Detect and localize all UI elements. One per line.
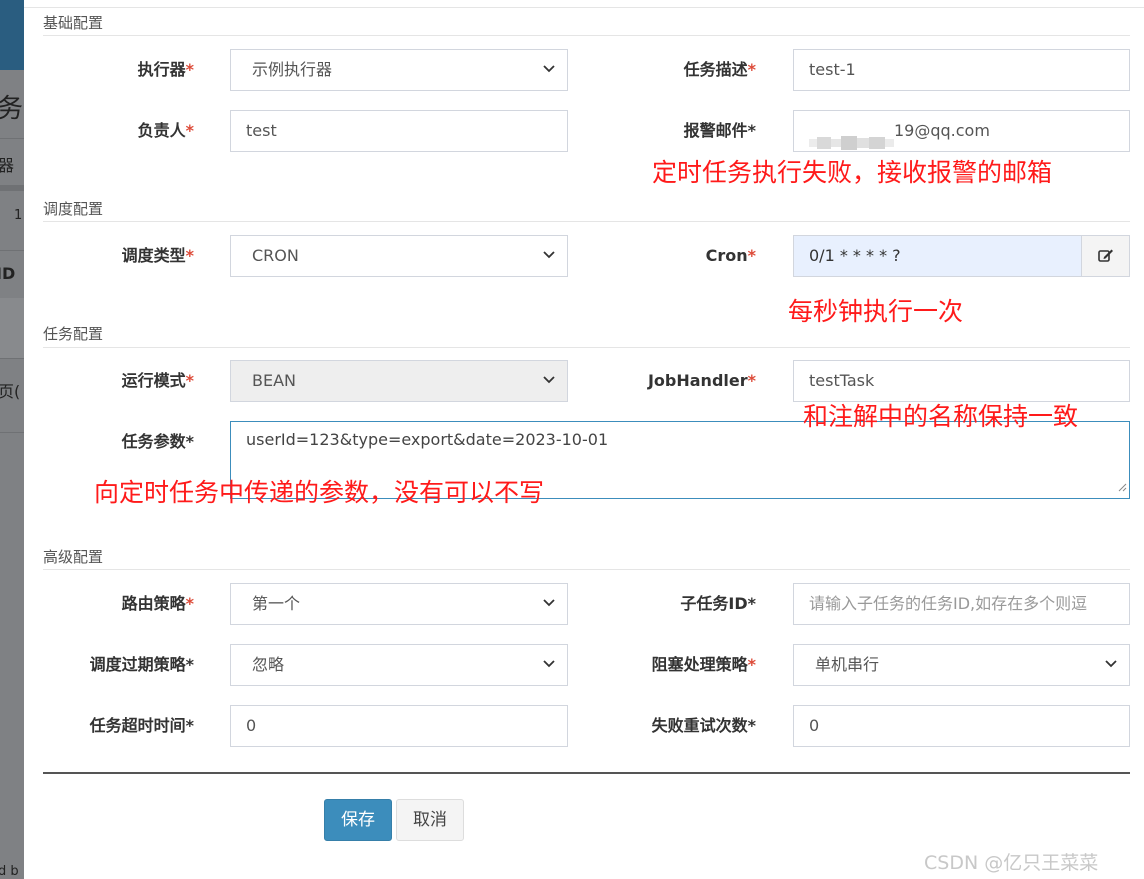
cancel-button[interactable]: 取消 <box>396 799 464 841</box>
background-filter-fragment: 器 <box>0 156 15 175</box>
background-column-fragment: ID <box>0 264 16 283</box>
cron-input[interactable]: 0/1 * * * * ? <box>794 236 1081 276</box>
csdn-watermark: CSDN @亿只王菜菜 <box>924 852 1099 874</box>
fail-retry-value: 0 <box>809 716 820 735</box>
child-job-id-label: 子任务ID* <box>680 594 756 613</box>
annotation-handler-note: 和注解中的名称保持一致 <box>803 402 1079 431</box>
chevron-down-icon <box>543 584 555 607</box>
section-divider <box>43 35 1130 36</box>
glue-type-value: BEAN <box>252 371 296 390</box>
modal-top-divider <box>24 7 1144 8</box>
annotation-param-note: 向定时任务中传递的参数，没有可以不写 <box>94 478 545 507</box>
executor-label: 执行器* <box>137 60 194 79</box>
block-strategy-value: 单机串行 <box>815 655 880 674</box>
cron-label: Cron* <box>705 246 756 265</box>
timeout-value: 0 <box>246 716 257 735</box>
job-edit-modal: 基础配置 执行器* 示例执行器 任务描述* test-1 负责人* test 报… <box>24 0 1144 879</box>
chevron-down-icon <box>543 50 555 73</box>
route-strategy-label: 路由策略* <box>121 594 194 613</box>
block-strategy-label: 阻塞处理策略* <box>651 655 756 674</box>
misfire-strategy-label: 调度过期策略* <box>89 655 194 674</box>
chevron-down-icon <box>1105 645 1117 668</box>
misfire-strategy-select[interactable]: 忽略 <box>230 644 568 686</box>
schedule-type-value: CRON <box>252 246 299 265</box>
section-divider <box>43 569 1130 570</box>
chevron-down-icon <box>543 236 555 259</box>
section-title-task: 任务配置 <box>43 325 104 343</box>
child-job-id-placeholder: 请输入子任务的任务ID,如存在多个则逗 <box>809 594 1088 613</box>
schedule-type-label: 调度类型* <box>121 246 194 265</box>
chevron-down-icon <box>543 645 555 668</box>
cron-edit-button[interactable] <box>1081 236 1129 276</box>
background-title-fragment: 务管 <box>0 94 24 124</box>
section-title-advanced: 高级配置 <box>43 548 104 566</box>
job-param-label: 任务参数* <box>121 432 194 451</box>
background-footer-fragment: d b <box>0 864 19 879</box>
job-handler-input[interactable]: testTask <box>793 360 1130 402</box>
timeout-label: 任务超时时间* <box>89 716 194 735</box>
job-handler-value: testTask <box>809 371 875 390</box>
job-desc-label: 任务描述* <box>683 60 756 79</box>
section-title-basic: 基础配置 <box>43 14 104 32</box>
glue-type-select: BEAN <box>230 360 568 402</box>
block-strategy-select[interactable]: 单机串行 <box>793 644 1130 686</box>
background-header <box>0 0 24 70</box>
author-value: test <box>246 121 277 140</box>
section-divider <box>43 221 1130 222</box>
misfire-strategy-value: 忽略 <box>252 655 285 674</box>
background-paging-fragment: 页( <box>0 382 21 401</box>
form-footer-divider <box>43 772 1130 774</box>
save-button[interactable]: 保存 <box>324 799 392 841</box>
annotation-email-note: 定时任务执行失败，接收报警的邮箱 <box>652 158 1053 187</box>
child-job-id-input[interactable]: 请输入子任务的任务ID,如存在多个则逗 <box>793 583 1130 625</box>
author-label: 负责人* <box>137 121 194 140</box>
executor-value: 示例执行器 <box>252 60 333 79</box>
job-desc-value: test-1 <box>809 60 856 79</box>
alarm-email-value: 19@qq.com <box>894 121 990 140</box>
alarm-email-input[interactable]: 19@qq.com <box>793 110 1130 152</box>
cron-input-group: 0/1 * * * * ? <box>793 235 1130 277</box>
schedule-type-select[interactable]: CRON <box>230 235 568 277</box>
job-handler-label: JobHandler* <box>647 371 756 390</box>
fail-retry-label: 失败重试次数* <box>651 716 756 735</box>
annotation-cron-note: 每秒钟执行一次 <box>788 297 964 326</box>
timeout-input[interactable]: 0 <box>230 705 568 747</box>
executor-select[interactable]: 示例执行器 <box>230 49 568 91</box>
background-page: 务管 器 1 ID 页( d b <box>0 0 24 879</box>
chevron-down-icon <box>543 361 555 384</box>
glue-type-label: 运行模式* <box>121 371 194 390</box>
fail-retry-input[interactable]: 0 <box>793 705 1130 747</box>
background-number-fragment: 1 <box>14 208 23 223</box>
author-input[interactable]: test <box>230 110 568 152</box>
alarm-email-label: 报警邮件* <box>683 121 756 140</box>
section-divider <box>43 347 1130 348</box>
route-strategy-value: 第一个 <box>252 594 301 613</box>
job-desc-input[interactable]: test-1 <box>793 49 1130 91</box>
resize-grip-icon[interactable] <box>1117 477 1127 496</box>
route-strategy-select[interactable]: 第一个 <box>230 583 568 625</box>
section-title-schedule: 调度配置 <box>43 200 104 218</box>
blurred-email-prefix <box>809 125 894 150</box>
job-param-value: userId=123&type=export&date=2023-10-01 <box>246 430 609 449</box>
